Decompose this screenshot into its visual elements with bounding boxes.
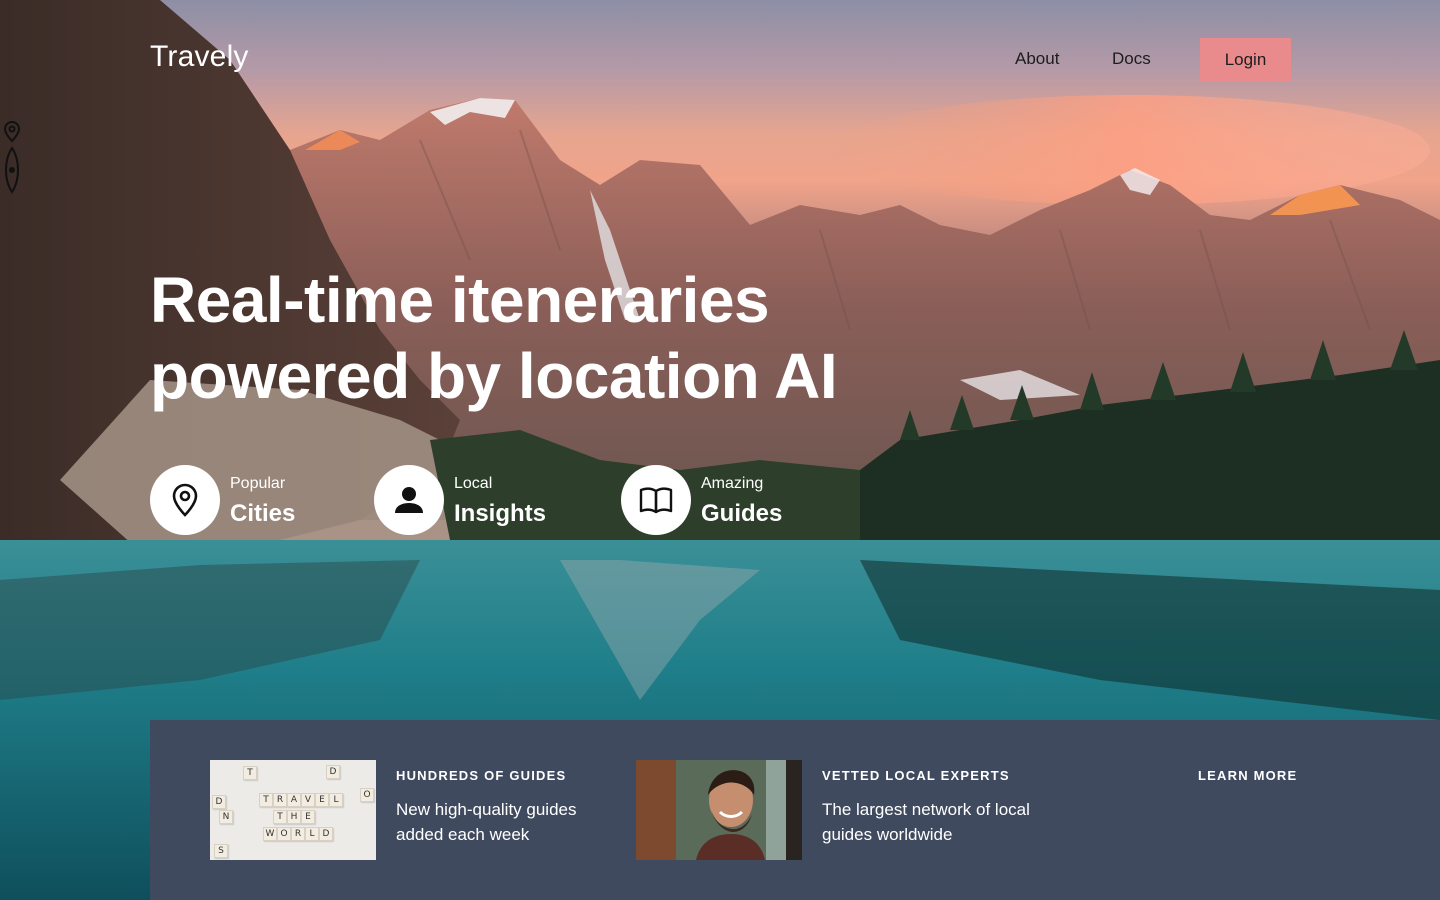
feature-small-label: Local (454, 475, 493, 492)
card-text: New high-quality guides added each week (396, 800, 577, 844)
hero-headline: Real-time iteneraries powered by locatio… (150, 262, 1050, 414)
feature-small-label: Amazing (701, 475, 764, 492)
card-title: VETTED LOCAL EXPERTS (822, 768, 1010, 783)
feature-big-label: Insights (454, 500, 547, 527)
nav-about-link[interactable]: About (1015, 49, 1059, 69)
book-icon (621, 465, 691, 535)
login-button[interactable]: Login (1200, 38, 1291, 82)
info-panel: T D D N T R A V E L T H E W O R L D O S … (150, 720, 1440, 900)
card-text: The largest network of local guides worl… (822, 800, 1030, 844)
smiling-man-image (636, 760, 802, 860)
user-icon (374, 465, 444, 535)
card-title: HUNDREDS OF GUIDES (396, 768, 567, 783)
nav-docs-link[interactable]: Docs (1112, 49, 1151, 69)
side-map-pin-icon (3, 120, 21, 194)
brand-logo[interactable]: Travely (150, 40, 249, 74)
feature-big-label: Cities (230, 500, 296, 527)
feature-small-label: Popular (230, 475, 286, 492)
feature-big-label: Guides (701, 500, 783, 527)
headline-line-2: powered by location AI (150, 340, 838, 412)
scrabble-tiles-image: T D D N T R A V E L T H E W O R L D O S (210, 760, 376, 860)
map-pin-icon (150, 465, 220, 535)
headline-line-1: Real-time iteneraries (150, 264, 770, 336)
learn-more-link[interactable]: LEARN MORE (1198, 768, 1297, 783)
